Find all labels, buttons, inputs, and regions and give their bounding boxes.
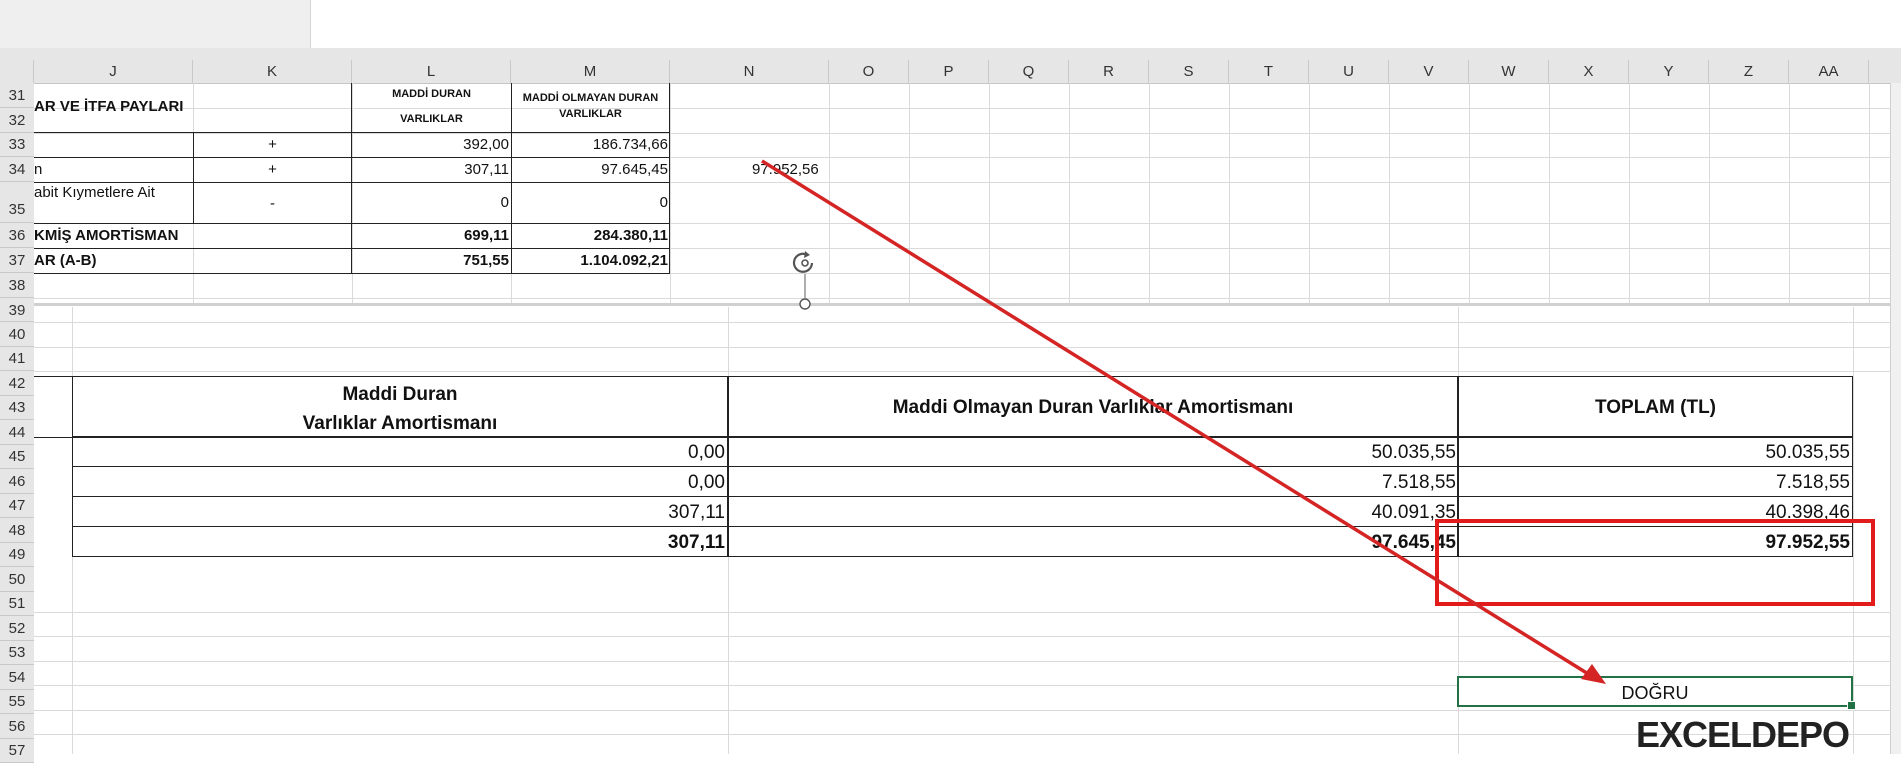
row-header[interactable]: 44 — [0, 420, 34, 445]
column-header-p[interactable]: P — [909, 60, 989, 83]
lower-header-toplam: TOPLAM (TL) — [1594, 397, 1716, 418]
lower-row3-c2[interactable]: 40.091,35 — [728, 502, 1456, 524]
column-header-overflow — [1869, 60, 1890, 83]
row-header[interactable]: 46 — [0, 469, 34, 494]
row-header[interactable]: 31 — [0, 83, 34, 108]
cell-l34[interactable]: 307,11 — [352, 161, 509, 178]
lower-row3-c1[interactable]: 307,11 — [72, 502, 725, 524]
cell-j37[interactable]: AR (A-B) — [34, 252, 96, 269]
lower-row2-c1[interactable]: 0,00 — [72, 472, 725, 494]
row-header[interactable]: 51 — [0, 592, 34, 616]
row-header[interactable]: 38 — [0, 273, 34, 298]
lower-row2-c3[interactable]: 7.518,55 — [1458, 472, 1850, 494]
column-header-v[interactable]: V — [1389, 60, 1469, 83]
column-header-w[interactable]: W — [1469, 60, 1549, 83]
row-header[interactable]: 33 — [0, 133, 34, 157]
cell-m34[interactable]: 97.645,45 — [511, 161, 668, 178]
column-headers: J K L M N O P Q R S T U V W X Y Z AA — [0, 60, 1901, 84]
lower-header-maddi-duran-line2: Varlıklar Amortismanı — [302, 413, 498, 434]
formula-area — [0, 0, 1901, 60]
row-header[interactable]: 42 — [0, 371, 34, 396]
column-header-y[interactable]: Y — [1629, 60, 1709, 83]
row-header[interactable]: 47 — [0, 494, 34, 518]
cell-l36[interactable]: 699,11 — [352, 227, 509, 244]
row-header[interactable]: 43 — [0, 396, 34, 420]
cell-k34[interactable]: + — [193, 161, 352, 178]
row-header[interactable]: 36 — [0, 223, 34, 248]
column-header-l[interactable]: L — [352, 60, 511, 83]
lower-total-c2[interactable]: 97.645,45 — [728, 532, 1456, 554]
column-header-t[interactable]: T — [1229, 60, 1309, 83]
row-header[interactable]: 39 — [0, 298, 34, 322]
row-header[interactable]: 34 — [0, 157, 34, 182]
cell-m33[interactable]: 186.734,66 — [511, 136, 668, 153]
lower-row1-c2[interactable]: 50.035,55 — [728, 442, 1456, 464]
cell-l33[interactable]: 392,00 — [352, 136, 509, 153]
row-header[interactable]: 35 — [0, 182, 34, 223]
formula-bar[interactable] — [310, 0, 1901, 48]
name-box[interactable] — [0, 0, 310, 48]
row-header[interactable]: 37 — [0, 248, 34, 273]
cell-n34[interactable]: 97.952,56 — [752, 161, 819, 178]
cell-j36[interactable]: KMİŞ AMORTİSMAN — [34, 227, 178, 244]
lower-total-c1[interactable]: 307,11 — [72, 532, 725, 554]
cell-k35[interactable]: - — [193, 195, 352, 212]
column-header-m[interactable]: M — [511, 60, 670, 83]
header-maddi-duran-line2: VARLIKLAR — [400, 113, 463, 125]
exceldepo-logo: EXCELDEPO — [1636, 714, 1850, 754]
cell-l35[interactable]: 0 — [352, 194, 509, 211]
row-header[interactable]: 48 — [0, 518, 34, 543]
lower-header-maddi-olmayan: Maddi Olmayan Duran Varlıklar Amortisman… — [892, 397, 1294, 418]
column-header-s[interactable]: S — [1149, 60, 1229, 83]
column-header-n[interactable]: N — [670, 60, 829, 83]
row-header[interactable]: 50 — [0, 567, 34, 592]
cell-l37[interactable]: 751,55 — [352, 252, 509, 269]
fill-handle[interactable] — [1847, 701, 1856, 710]
row-header[interactable]: 40 — [0, 322, 34, 347]
row-header[interactable]: 32 — [0, 108, 34, 133]
column-header-o[interactable]: O — [829, 60, 909, 83]
column-header-k[interactable]: K — [193, 60, 352, 83]
cell-j35[interactable]: abit Kıymetlere Ait — [34, 184, 191, 201]
cell-k33[interactable]: + — [193, 136, 352, 153]
row-header[interactable]: 45 — [0, 445, 34, 469]
column-header-q[interactable]: Q — [989, 60, 1069, 83]
row-header[interactable]: 54 — [0, 665, 34, 690]
lower-row2-c2[interactable]: 7.518,55 — [728, 472, 1456, 494]
header-maddi-duran-line1: MADDİ DURAN — [392, 88, 471, 100]
lower-row1-c1[interactable]: 0,00 — [72, 442, 725, 464]
row-header[interactable]: 49 — [0, 543, 34, 567]
selected-cell-w55[interactable]: DOĞRU — [1457, 676, 1856, 710]
lower-header-maddi-duran-line1: Maddi Duran — [342, 384, 458, 405]
header-maddi-olmayan-line1: MADDİ OLMAYAN DURAN — [522, 92, 659, 104]
rotate-handle-icon[interactable] — [790, 250, 820, 310]
column-header-z[interactable]: Z — [1709, 60, 1789, 83]
upper-table-title: AR VE İTFA PAYLARI — [34, 98, 184, 115]
cell-m36[interactable]: 284.380,11 — [511, 227, 668, 244]
cell-j34[interactable]: n — [34, 161, 42, 178]
cell-m35[interactable]: 0 — [511, 194, 668, 211]
row-header[interactable]: 55 — [0, 690, 34, 714]
row-header[interactable]: 41 — [0, 347, 34, 371]
row-header[interactable]: 57 — [0, 739, 34, 763]
highlight-box — [1435, 519, 1875, 606]
lower-row1-c3[interactable]: 50.035,55 — [1458, 442, 1850, 464]
row-header[interactable]: 56 — [0, 714, 34, 739]
column-header-u[interactable]: U — [1309, 60, 1389, 83]
vertical-scrollbar[interactable] — [1890, 83, 1901, 754]
column-header-aa[interactable]: AA — [1789, 60, 1869, 83]
row-header[interactable]: 53 — [0, 641, 34, 665]
column-header-x[interactable]: X — [1549, 60, 1629, 83]
result-value: DOĞRU — [1621, 683, 1689, 703]
row-header[interactable]: 52 — [0, 616, 34, 641]
cell-m37[interactable]: 1.104.092,21 — [511, 252, 668, 269]
column-header-r[interactable]: R — [1069, 60, 1149, 83]
select-all-corner[interactable] — [0, 60, 34, 83]
header-maddi-olmayan-line2: VARLIKLAR — [559, 108, 622, 120]
column-header-j[interactable]: J — [34, 60, 193, 83]
